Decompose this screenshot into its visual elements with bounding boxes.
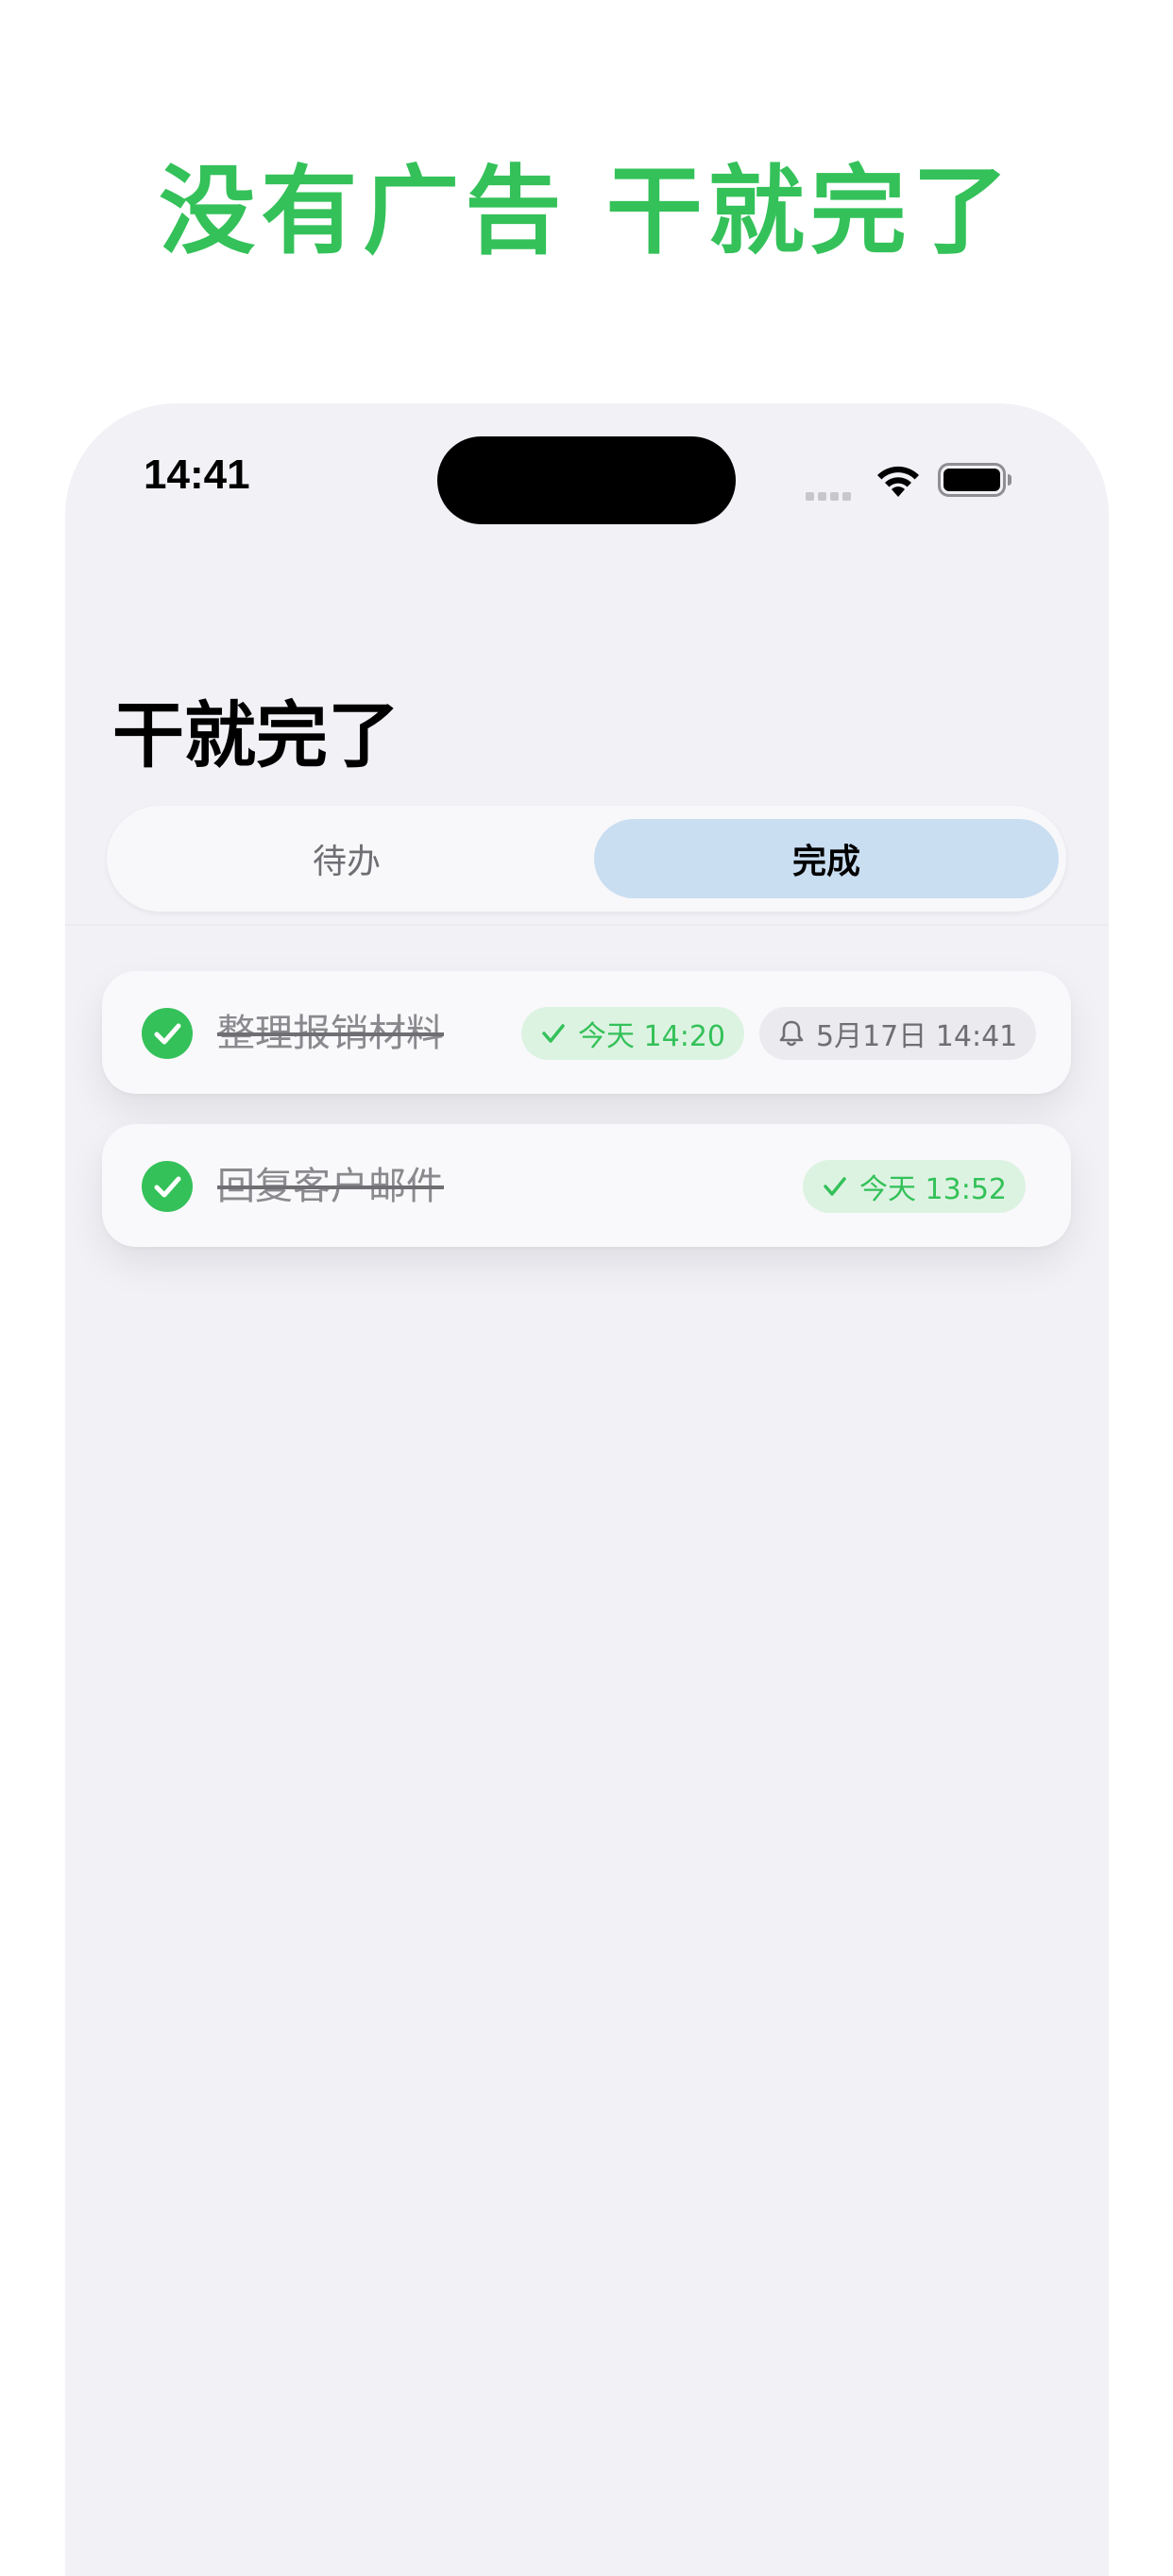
segmented-control: 待办 完成	[107, 806, 1066, 912]
completed-check-icon[interactable]	[142, 1161, 193, 1212]
tab-done[interactable]: 完成	[594, 819, 1059, 898]
completed-time-chip: 今天 13:52	[803, 1160, 1026, 1213]
battery-icon	[938, 463, 1013, 501]
task-row[interactable]: 回复客户邮件 今天 13:52	[102, 1124, 1071, 1247]
task-title: 整理报销材料	[217, 1012, 444, 1055]
task-title: 回复客户邮件	[217, 1165, 444, 1208]
completed-time: 今天 14:20	[578, 1020, 725, 1053]
completed-time-chip: 今天 14:20	[521, 1007, 744, 1060]
reminder-time: 5月17日 14:41	[816, 1020, 1018, 1053]
task-row[interactable]: 整理报销材料 今天 14:20 5月17日 14:41	[102, 971, 1071, 1094]
check-icon	[824, 1177, 846, 1196]
bell-icon	[779, 1020, 804, 1047]
wifi-icon	[874, 461, 923, 503]
tab-todo[interactable]: 待办	[114, 819, 579, 898]
status-time: 14:41	[144, 452, 250, 498]
completed-time: 今天 13:52	[859, 1173, 1007, 1206]
promo-headline: 没有广告 干就完了	[159, 156, 1014, 268]
reminder-chip: 5月17日 14:41	[759, 1007, 1037, 1060]
cellular-signal-icon	[806, 486, 855, 504]
header-divider	[65, 924, 1109, 926]
dynamic-island	[437, 436, 736, 524]
check-icon	[542, 1024, 565, 1043]
completed-check-icon[interactable]	[142, 1008, 193, 1059]
page-title: 干就完了	[112, 693, 400, 777]
